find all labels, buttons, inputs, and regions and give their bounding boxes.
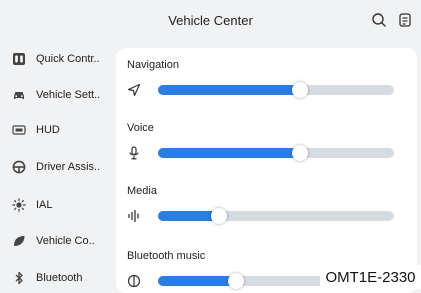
- hud-icon: [12, 123, 26, 137]
- sidebar-item-label: IAL: [36, 199, 53, 211]
- slider-knob[interactable]: [211, 208, 228, 224]
- volume-panel: Navigation Voice Media Bluetooth music: [116, 48, 417, 293]
- sidebar-item-driver-assistance[interactable]: Driver Assis..: [12, 156, 118, 178]
- sidebar-item-bluetooth[interactable]: Bluetooth: [12, 267, 118, 289]
- steering-wheel-icon: [12, 160, 26, 174]
- sidebar-item-label: Bluetooth: [36, 272, 83, 284]
- car-icon: [12, 88, 26, 102]
- bluetooth-music-volume-label: Bluetooth music: [127, 250, 206, 262]
- notes-icon[interactable]: [397, 12, 413, 28]
- sidebar-item-vehicle-control[interactable]: Vehicle Co..: [12, 230, 118, 252]
- sidebar-item-label: Quick Contr..: [36, 53, 100, 65]
- microphone-icon: [127, 146, 141, 160]
- navigation-arrow-icon: [127, 83, 141, 97]
- navigation-volume-label: Navigation: [127, 59, 179, 71]
- sidebar-item-ial[interactable]: IAL: [12, 194, 118, 216]
- sidebar-item-label: Vehicle Sett..: [36, 89, 101, 101]
- sidebar-item-vehicle-settings[interactable]: Vehicle Sett..: [12, 84, 118, 106]
- sidebar-item-label: HUD: [36, 124, 60, 136]
- slider-fill: [158, 276, 236, 286]
- ambient-light-icon: [12, 198, 26, 212]
- slider-knob[interactable]: [227, 273, 244, 289]
- media-volume-slider[interactable]: [158, 208, 394, 224]
- slider-fill: [158, 211, 220, 221]
- page-title: Vehicle Center: [168, 13, 253, 28]
- sidebar-item-quick-control[interactable]: Quick Contr..: [12, 48, 118, 70]
- voice-volume-slider[interactable]: [158, 145, 394, 161]
- slider-fill: [158, 85, 300, 95]
- bluetooth-music-icon: [127, 274, 141, 288]
- voice-volume-label: Voice: [127, 122, 154, 134]
- search-icon[interactable]: [371, 12, 387, 28]
- quick-control-icon: [12, 52, 26, 66]
- sidebar: Quick Contr.. Vehicle Sett.. HUD Driver …: [0, 40, 118, 289]
- leaf-icon: [12, 234, 26, 248]
- header-bar: Vehicle Center: [0, 0, 421, 40]
- sidebar-item-label: Driver Assis..: [36, 161, 101, 173]
- media-volume-label: Media: [127, 185, 157, 197]
- slider-fill: [158, 148, 300, 158]
- bluetooth-icon: [12, 271, 26, 285]
- slider-knob[interactable]: [291, 145, 308, 161]
- sidebar-item-label: Vehicle Co..: [36, 235, 95, 247]
- audio-wave-icon: [127, 209, 141, 223]
- slider-knob[interactable]: [291, 82, 308, 98]
- sidebar-item-hud[interactable]: HUD: [12, 119, 118, 141]
- navigation-volume-slider[interactable]: [158, 82, 394, 98]
- watermark-label: OMT1E-2330: [320, 265, 421, 289]
